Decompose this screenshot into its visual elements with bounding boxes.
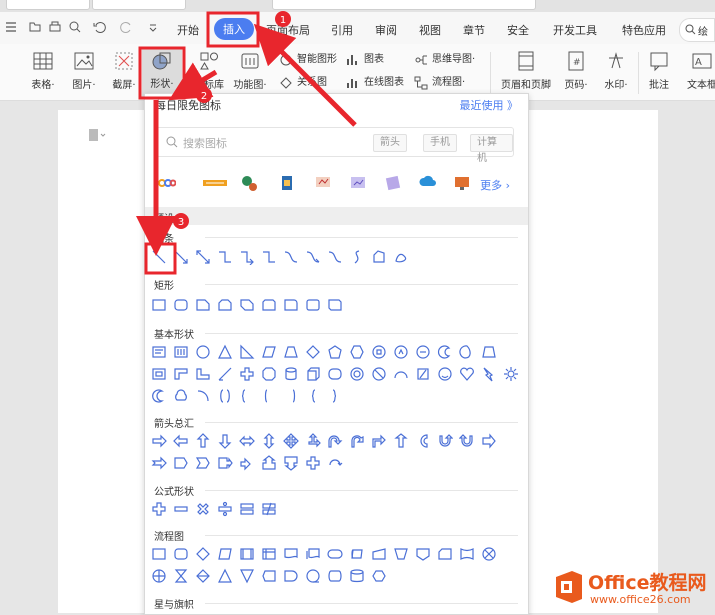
annotation-overlay: 1 2 3 xyxy=(136,11,357,275)
step-label-1: 1 xyxy=(280,15,286,26)
watermark-logo: Office教程网 www.office26.com xyxy=(550,565,715,613)
highlight-insert-tab xyxy=(206,11,260,48)
watermark-url: www.office26.com xyxy=(590,593,691,606)
arrow-to-insert xyxy=(253,23,357,127)
arrow-to-shape xyxy=(168,62,218,101)
office-logo-icon xyxy=(556,571,582,603)
watermark-brand: Office教程网 xyxy=(588,572,707,594)
step-label-2: 2 xyxy=(201,91,207,102)
highlight-line-shape xyxy=(144,242,177,275)
highlight-shape-button xyxy=(138,46,186,100)
step-label-3: 3 xyxy=(178,217,184,228)
